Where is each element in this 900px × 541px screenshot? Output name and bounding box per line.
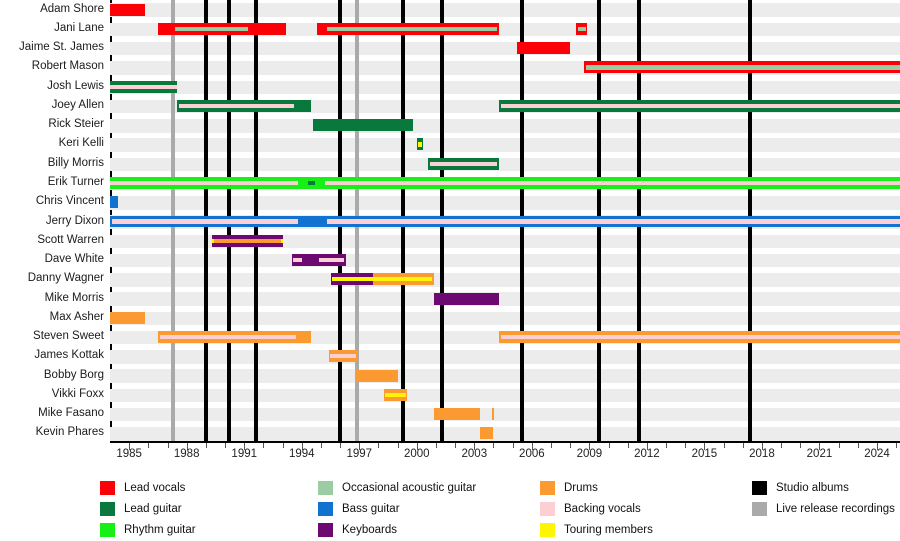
row-label-danny-wagner: Danny Wagner (27, 272, 104, 285)
legend-label: Touring members (564, 524, 653, 536)
row-label-rick-steier: Rick Steier (48, 118, 104, 131)
timeline-bar-overlay (326, 219, 900, 224)
timeline-bar-overlay (329, 354, 357, 359)
timeline-bar-overlay (307, 180, 316, 186)
timeline-bar-overlay (585, 65, 900, 70)
row-label-max-asher: Max Asher (49, 310, 104, 323)
legend-label: Occasional acoustic guitar (342, 482, 477, 494)
legend-swatch-icon (752, 502, 767, 516)
legend-label: Rhythm guitar (124, 524, 196, 536)
x-tick-label-2003: 2003 (461, 448, 488, 460)
timeline-bar (110, 311, 145, 324)
row-label-keri-kelli: Keri Kelli (58, 137, 104, 150)
timeline-bar-overlay (293, 257, 302, 263)
legend-label: Live release recordings (776, 503, 895, 515)
timeline-bar-overlay (501, 103, 900, 109)
legend-swatch-icon (752, 481, 767, 495)
timeline-bar (434, 292, 500, 305)
row-label-steven-sweet: Steven Sweet (33, 330, 104, 343)
row-label-dave-white: Dave White (44, 253, 104, 266)
row-label-bobby-borg: Bobby Borg (43, 368, 104, 381)
row-label-james-kottak: James Kottak (34, 349, 104, 362)
row-label-jerry-dixon: Jerry Dixon (45, 214, 104, 227)
timeline-bar (434, 408, 481, 421)
timeline-bar (110, 3, 145, 16)
x-tick-label-2000: 2000 (403, 448, 430, 460)
timeline-bar-overlay (332, 277, 433, 282)
x-tick-label-1997: 1997 (346, 448, 373, 460)
timeline-bar (491, 408, 494, 421)
legend-swatch-icon (100, 481, 115, 495)
legend-swatch-icon (318, 481, 333, 495)
row-label-scott-warren: Scott Warren (37, 233, 104, 246)
timeline-bar (313, 119, 413, 132)
x-tick-label-2024: 2024 (864, 448, 890, 460)
legend-swatch-icon (540, 502, 555, 516)
timeline-bar-overlay (501, 334, 900, 340)
member-label-column: Adam Shore Jani Lane Jaime St. James Robert… (0, 0, 110, 443)
legend-swatch-icon (100, 502, 115, 516)
legend-label: Drums (564, 482, 598, 494)
legend-label: Lead vocals (124, 482, 186, 494)
x-tick-label-1994: 1994 (288, 448, 315, 460)
row-label-mike-fasano: Mike Fasano (38, 407, 104, 420)
timeline-bar (516, 42, 571, 55)
timeline-bar-overlay (319, 257, 344, 263)
x-tick-label-1991: 1991 (231, 448, 258, 460)
legend-swatch-icon (100, 523, 115, 537)
x-axis-tick-labels: 1985 1988 1991 1994 1997 2000 2003 2006 2009 2012… (110, 448, 900, 470)
x-tick-label-2012: 2012 (634, 448, 660, 460)
row-label-adam-shore: Adam Shore (40, 2, 104, 15)
row-label-kevin-phares: Kevin Phares (35, 426, 104, 439)
legend-swatch-icon (540, 481, 555, 495)
legend-label: Backing vocals (564, 503, 641, 515)
timeline-bar-overlay (175, 26, 249, 31)
x-tick-label-2006: 2006 (519, 448, 545, 460)
row-label-josh-lewis: Josh Lewis (47, 79, 104, 92)
timeline-bar-overlay (577, 26, 586, 31)
x-tick-label-1985: 1985 (116, 448, 142, 460)
x-tick-label-2018: 2018 (749, 448, 775, 460)
timeline-bar-overlay (110, 180, 298, 186)
timeline-plot-area (110, 0, 900, 450)
row-label-joey-allen: Joey Allen (51, 98, 104, 111)
x-tick-label-2015: 2015 (691, 448, 718, 460)
timeline-bar-overlay (110, 84, 178, 89)
legend-label: Lead guitar (124, 503, 182, 515)
timeline-bar-overlay (179, 103, 295, 109)
legend-swatch-icon (540, 523, 555, 537)
timeline-bar (480, 427, 494, 440)
legend-label: Studio albums (776, 482, 849, 494)
row-label-vikki-foxx: Vikki Foxx (51, 387, 104, 400)
timeline-bar (110, 196, 118, 209)
timeline-bar-overlay (111, 219, 298, 224)
row-label-jani-lane: Jani Lane (54, 21, 104, 34)
row-label-erik-turner: Erik Turner (47, 175, 104, 188)
row-label-mike-morris: Mike Morris (44, 291, 104, 304)
legend-swatch-icon (318, 502, 333, 516)
timeline-bar-overlay (159, 334, 296, 340)
timeline-chart: Adam Shore Jani Lane Jaime St. James Robert… (0, 0, 900, 540)
legend-label: Keyboards (342, 524, 397, 536)
timeline-bar-overlay (324, 180, 900, 186)
row-label-robert-mason: Robert Mason (31, 60, 104, 73)
timeline-bar-overlay (213, 238, 281, 243)
timeline-bar-overlay (430, 161, 498, 166)
timeline-bar-overlay (326, 26, 498, 31)
row-label-billy-morris: Billy Morris (47, 156, 104, 169)
legend-swatch-icon (318, 523, 333, 537)
x-tick-label-1988: 1988 (173, 448, 200, 460)
timeline-bar (355, 369, 398, 382)
x-tick-label-2009: 2009 (576, 448, 603, 460)
timeline-bar-overlay (417, 142, 423, 147)
timeline-bar-overlay (385, 392, 407, 397)
row-label-jaime-st-james: Jaime St. James (19, 41, 104, 54)
legend-label: Bass guitar (342, 503, 400, 515)
chart-legend: Lead vocals Lead guitar Rhythm guitar Occas… (0, 478, 900, 540)
x-tick-label-2021: 2021 (806, 448, 833, 460)
row-label-chris-vincent: Chris Vincent (35, 195, 104, 208)
